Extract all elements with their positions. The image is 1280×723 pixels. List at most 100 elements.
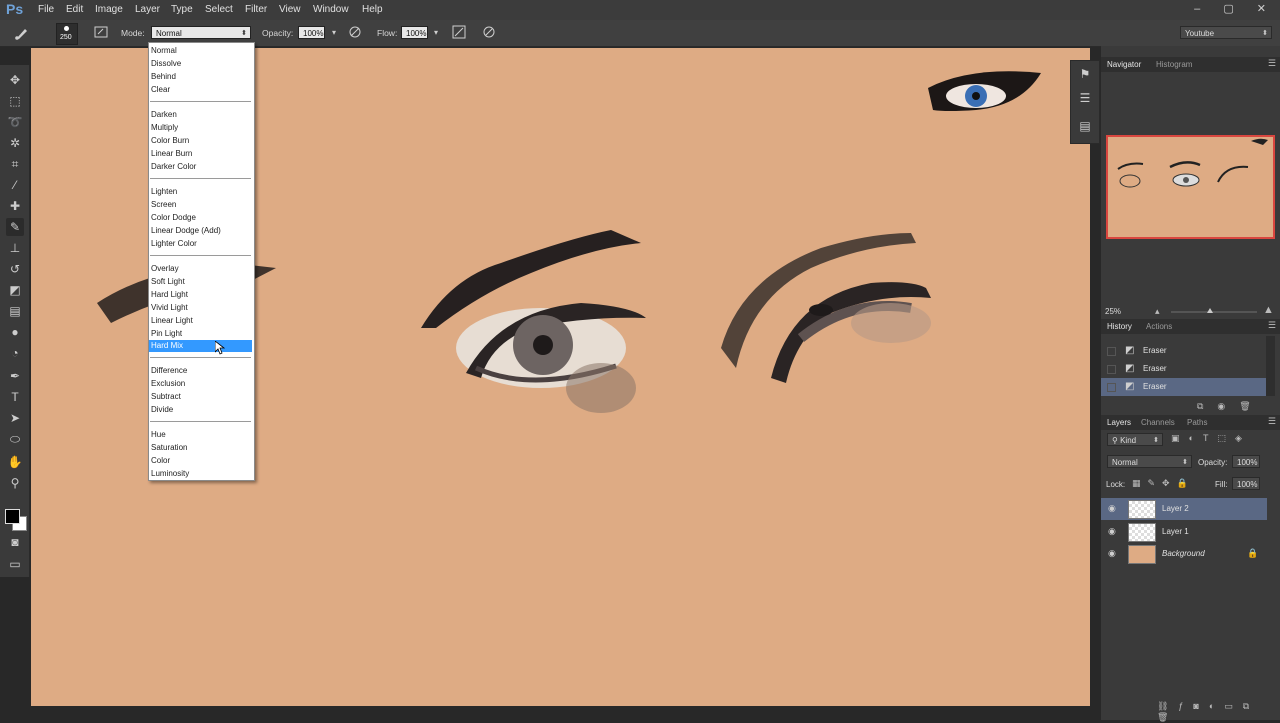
tablet-pressure-opacity-icon[interactable] [347, 25, 363, 41]
brush-icon[interactable] [14, 25, 30, 41]
brush-panel-icon[interactable] [93, 25, 109, 41]
layer-row[interactable]: ◉ Background 🔒 [1101, 543, 1267, 565]
layer-filter-icons[interactable]: ▣◐T⬚◈ [1171, 433, 1251, 444]
crop-icon[interactable]: ⌗ [6, 155, 24, 173]
pen-icon[interactable]: ✒ [6, 367, 24, 385]
blend-option[interactable]: Darker Color [149, 161, 252, 173]
eraser-icon[interactable]: ◩ [6, 281, 24, 299]
flow-field[interactable]: 100% [401, 26, 428, 39]
properties-icon[interactable]: ▤ [1076, 117, 1094, 135]
blend-option[interactable]: Color Burn [149, 135, 252, 147]
airbrush-icon[interactable] [451, 25, 467, 41]
history-item-current[interactable]: ◩ Eraser [1101, 378, 1267, 396]
tab-channels[interactable]: Channels [1141, 418, 1175, 427]
tab-navigator[interactable]: Navigator [1107, 60, 1141, 69]
history-snapshot-checkbox[interactable] [1107, 383, 1116, 392]
blend-option[interactable]: Difference [149, 365, 252, 377]
brush-preset-picker[interactable]: 250 [56, 23, 78, 45]
menu-filter[interactable]: Filter [245, 4, 267, 15]
mode-select[interactable]: Normal ⬍ [151, 26, 251, 39]
blend-option[interactable]: Hue [149, 429, 252, 441]
zoom-slider-handle[interactable] [1206, 308, 1213, 313]
blend-option[interactable]: Clear [149, 84, 252, 96]
layer-opacity-field[interactable]: 100% [1232, 455, 1260, 468]
eye-icon[interactable]: ◉ [1108, 503, 1116, 514]
eye-icon[interactable]: ◉ [1108, 548, 1116, 559]
blend-option[interactable]: Saturation [149, 442, 252, 454]
history-scrollbar[interactable] [1266, 336, 1275, 396]
layer-filter-kind[interactable]: ⚲ Kind ⬍ [1107, 433, 1163, 446]
blend-mode-menu[interactable]: Normal Dissolve Behind Clear Darken Mult… [148, 42, 255, 481]
blend-option[interactable]: Soft Light [149, 276, 252, 288]
panel-menu-icon[interactable]: ☰ [1268, 320, 1276, 331]
marquee-icon[interactable]: ⬚ [6, 92, 24, 110]
blend-option[interactable]: Luminosity [149, 468, 252, 480]
eye-icon[interactable]: ◉ [1108, 526, 1116, 537]
navigator-zoom-slider[interactable] [1171, 308, 1257, 313]
blend-option[interactable]: Screen [149, 199, 252, 211]
flow-dropdown-icon[interactable]: ▾ [428, 25, 444, 41]
menu-view[interactable]: View [279, 4, 301, 15]
magic-wand-icon[interactable]: ✲ [6, 134, 24, 152]
history-item[interactable]: ◩ Eraser [1101, 360, 1267, 378]
foreground-color-swatch[interactable] [5, 509, 20, 524]
tab-histogram[interactable]: Histogram [1156, 60, 1192, 69]
blend-option[interactable]: Linear Light [149, 315, 252, 327]
quick-mask-icon[interactable]: ◙ [6, 533, 24, 551]
zoom-icon[interactable]: ⚲ [6, 474, 24, 492]
stamp-icon[interactable]: ⊥ [6, 239, 24, 257]
tablet-pressure-size-icon[interactable] [481, 25, 497, 41]
menu-edit[interactable]: Edit [66, 4, 83, 15]
hand-icon[interactable]: ✋ [6, 453, 24, 471]
menu-select[interactable]: Select [205, 4, 233, 15]
gradient-icon[interactable]: ▤ [6, 302, 24, 320]
layer-blend-mode-select[interactable]: Normal ⬍ [1107, 455, 1192, 468]
menu-help[interactable]: Help [362, 4, 383, 15]
history-item[interactable]: ◩ Eraser [1101, 342, 1267, 360]
panel-menu-icon[interactable]: ☰ [1268, 58, 1276, 69]
blend-option[interactable]: Hard Light [149, 289, 252, 301]
blend-option[interactable]: Darken [149, 109, 252, 121]
history-snapshot-checkbox[interactable] [1107, 347, 1116, 356]
tab-history[interactable]: History [1107, 322, 1132, 331]
lock-options-icons[interactable]: ▦✎✥🔒 [1132, 478, 1195, 489]
layer-fill-field[interactable]: 100% [1232, 477, 1260, 490]
menu-window[interactable]: Window [313, 4, 349, 15]
layer-row-selected[interactable]: ◉ Layer 2 [1101, 498, 1267, 520]
opacity-dropdown-icon[interactable]: ▾ [326, 25, 342, 41]
blend-option[interactable]: Divide [149, 404, 252, 416]
blend-option[interactable]: Subtract [149, 391, 252, 403]
healing-icon[interactable]: ✚ [6, 197, 24, 215]
path-select-icon[interactable]: ➤ [6, 409, 24, 427]
navigator-zoom-value[interactable]: 25% [1105, 307, 1121, 316]
menu-type[interactable]: Type [171, 4, 193, 15]
shape-icon[interactable]: ⬭ [6, 430, 24, 448]
history-snapshot-checkbox[interactable] [1107, 365, 1116, 374]
history-brush-icon[interactable]: ↺ [6, 260, 24, 278]
blend-option[interactable]: Behind [149, 71, 252, 83]
blend-option[interactable]: Linear Burn [149, 148, 252, 160]
tool-presets-icon[interactable]: ⚑ [1076, 65, 1094, 83]
blend-option[interactable]: Overlay [149, 263, 252, 275]
screen-mode-icon[interactable]: ▭ [6, 555, 24, 573]
eyedropper-icon[interactable]: ⁄ [6, 176, 24, 194]
adjustments-icon[interactable]: ☰ [1076, 89, 1094, 107]
panel-menu-icon[interactable]: ☰ [1268, 416, 1276, 427]
menu-image[interactable]: Image [95, 4, 123, 15]
zoom-in-icon[interactable]: ▲ [1263, 304, 1274, 316]
menu-layer[interactable]: Layer [135, 4, 160, 15]
window-controls[interactable]: – ▢ ✕ [1194, 2, 1276, 15]
tab-layers[interactable]: Layers [1107, 418, 1131, 427]
history-footer-icons[interactable]: ⧉◉🗑 [1197, 401, 1265, 412]
type-icon[interactable]: T [6, 388, 24, 406]
blend-option-selected[interactable]: Hard Mix [149, 340, 252, 352]
blend-option[interactable]: Linear Dodge (Add) [149, 225, 252, 237]
blend-option[interactable]: Pin Light [149, 328, 252, 340]
dodge-icon[interactable]: ◔ [6, 344, 24, 362]
blend-option[interactable]: Exclusion [149, 378, 252, 390]
blend-option[interactable]: Multiply [149, 122, 252, 134]
navigator-preview[interactable] [1106, 135, 1275, 239]
tab-paths[interactable]: Paths [1187, 418, 1207, 427]
blur-icon[interactable]: ● [6, 323, 24, 341]
zoom-out-icon[interactable]: ▴ [1155, 306, 1160, 317]
